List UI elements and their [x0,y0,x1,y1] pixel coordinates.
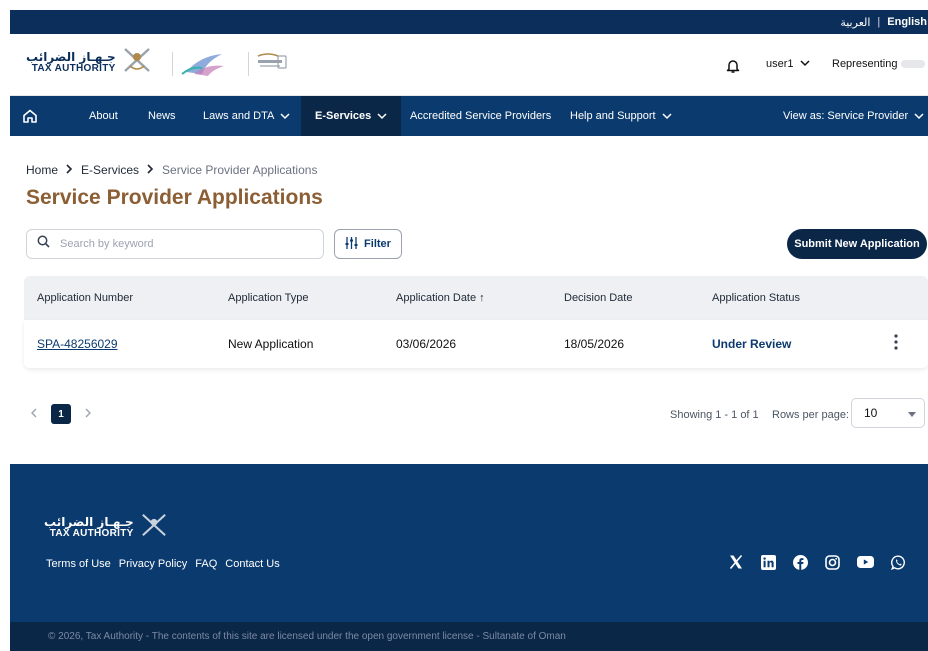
search-icon [37,235,50,253]
youtube-icon[interactable] [857,556,874,568]
logo-arabic-text: جـهـاز الضرائب [26,49,116,64]
tax-authority-logo[interactable]: جـهـاز الضرائب TAX AUTHORITY [26,46,152,79]
site-footer: جـهـاز الضرائب TAX AUTHORITY Terms of Us… [10,464,928,622]
terms-of-use-link[interactable]: Terms of Use [46,558,111,570]
partner-logo-vision-icon [172,48,232,85]
showing-count: Showing 1 - 1 of 1 [670,409,759,421]
filter-button[interactable]: Filter [334,229,402,259]
filter-label: Filter [364,238,391,250]
footer-logo-english-text: TAX AUTHORITY [49,527,134,539]
logo-english-text: TAX AUTHORITY [31,62,116,74]
sort-ascending-icon: ↑ [479,292,485,304]
submit-new-application-button[interactable]: Submit New Application [787,229,927,259]
representing-label: Representing [832,58,898,70]
breadcrumb: Home E-Services Service Provider Applica… [26,163,317,177]
applications-table: Application Number Application Type Appl… [24,276,928,368]
chevron-down-icon [800,58,810,70]
social-links [728,554,906,570]
pagination: 1 [30,404,92,424]
arabic-language-link[interactable]: العربية [840,16,870,29]
view-as-label: View as: Service Provider [783,110,909,122]
page-title: Service Provider Applications [26,186,323,209]
search-box [26,229,324,259]
column-application-status[interactable]: Application Status [712,292,800,304]
privacy-policy-link[interactable]: Privacy Policy [119,558,187,570]
copyright-bar: © 2026, Tax Authority - The contents of … [10,622,928,651]
nav-laws-and-dta[interactable]: Laws and DTA [203,96,290,136]
english-language-link[interactable]: English [887,16,928,28]
contact-us-link[interactable]: Contact Us [225,558,279,570]
linkedin-icon[interactable] [761,554,776,570]
site-header: جـهـاز الضرائب TAX AUTHORITY user1 Repre… [10,34,928,96]
user-menu[interactable]: user1 [766,58,810,70]
footer-logo-arabic-text: جـهـاز الضرائب [44,514,134,529]
home-icon[interactable] [22,96,38,136]
breadcrumb-home[interactable]: Home [26,163,58,177]
status-badge: Under Review [712,337,792,351]
nav-laws-label: Laws and DTA [203,110,275,122]
x-icon[interactable] [728,554,744,570]
rows-per-page-value: 10 [864,406,878,420]
instagram-icon[interactable] [825,554,840,570]
application-type-cell: New Application [228,337,314,351]
partner-logo-fawtara-icon [248,48,292,85]
whatsapp-icon[interactable] [891,555,906,570]
decision-date-cell: 18/05/2026 [564,337,625,351]
nav-news[interactable]: News [148,96,176,136]
chevron-right-icon [147,163,154,177]
breadcrumb-current: Service Provider Applications [162,163,318,177]
column-application-date-label: Application Date [396,292,477,304]
nav-e-services[interactable]: E-Services [301,96,402,136]
column-application-type[interactable]: Application Type [228,292,309,304]
nav-accredited-service-providers[interactable]: Accredited Service Providers [410,96,551,136]
main-navigation: About News Laws and DTA E-Services Accre… [10,96,928,136]
table-row: SPA-48256029 New Application 03/06/2026 … [24,320,928,368]
rows-per-page-label: Rows per page: [772,409,850,421]
breadcrumb-e-services[interactable]: E-Services [81,163,139,177]
caret-down-icon [908,406,916,420]
page-number-button[interactable]: 1 [51,404,71,424]
representing-menu[interactable]: Representing [832,58,926,70]
application-date-cell: 03/06/2026 [396,337,457,351]
representing-redacted [901,60,926,69]
faq-link[interactable]: FAQ [195,558,217,570]
view-as-selector[interactable]: View as: Service Provider [783,96,924,136]
footer-logo[interactable]: جـهـاز الضرائب TAX AUTHORITY [44,512,168,543]
nav-help-label: Help and Support [570,110,656,122]
previous-page-icon[interactable] [30,407,37,421]
chevron-down-icon [280,112,290,119]
chevron-down-icon [914,112,924,119]
filter-icon [345,236,358,252]
language-separator: | [877,16,881,28]
emblem-icon [122,46,152,79]
search-input[interactable] [60,238,300,250]
chevron-right-icon [66,163,73,177]
language-bar: العربية | English [10,10,928,34]
footer-emblem-icon [140,512,168,543]
user-name: user1 [766,58,794,70]
rows-per-page-select[interactable]: 10 [851,398,925,428]
next-page-icon[interactable] [85,407,92,421]
chevron-down-icon [662,112,672,119]
nav-help-and-support[interactable]: Help and Support [570,96,672,136]
chevron-down-icon [377,112,387,119]
more-actions-icon[interactable] [894,334,898,353]
column-application-number[interactable]: Application Number [37,292,133,304]
facebook-icon[interactable] [793,554,808,570]
nav-e-services-label: E-Services [315,110,372,122]
column-decision-date[interactable]: Decision Date [564,292,632,304]
notification-bell-icon[interactable] [726,58,740,79]
table-header: Application Number Application Type Appl… [24,276,928,320]
footer-links: Terms of Use Privacy Policy FAQ Contact … [46,558,280,570]
column-application-date[interactable]: Application Date ↑ [396,292,485,304]
nav-about[interactable]: About [89,96,118,136]
application-number-link[interactable]: SPA-48256029 [37,337,118,351]
